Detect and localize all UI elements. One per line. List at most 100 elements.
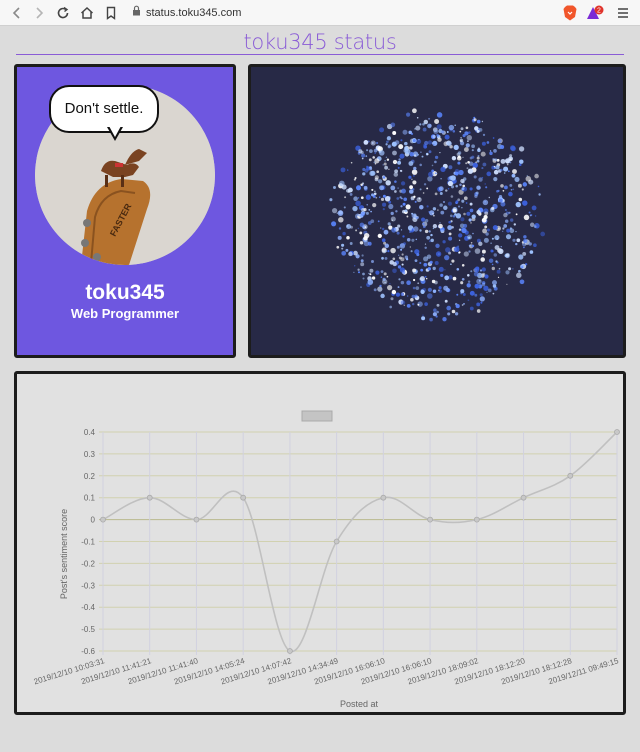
sphere-particle <box>470 270 473 273</box>
sphere-particle <box>432 140 438 146</box>
sphere-particle <box>412 180 417 185</box>
sphere-particle <box>481 267 486 272</box>
sphere-particle <box>498 267 501 270</box>
sphere-particle <box>476 129 480 133</box>
data-point[interactable] <box>520 494 527 501</box>
data-point[interactable] <box>567 472 574 479</box>
sphere-particle <box>514 176 520 182</box>
rewards-icon[interactable]: 2 <box>585 4 605 22</box>
sphere-particle <box>371 193 374 197</box>
data-point[interactable] <box>100 516 106 523</box>
sphere-particle <box>449 214 453 218</box>
sphere-particle <box>435 243 440 248</box>
brave-shield-icon[interactable] <box>562 4 578 22</box>
sphere-particle <box>482 133 486 137</box>
profile-role: Web Programmer <box>70 306 180 321</box>
title-divider <box>16 54 624 55</box>
sphere-particle <box>471 155 475 159</box>
sphere-particle <box>416 117 419 119</box>
forward-arrow-icon[interactable] <box>30 4 48 22</box>
sphere-particle <box>448 124 455 131</box>
data-point[interactable] <box>427 516 433 523</box>
data-point[interactable] <box>473 516 480 523</box>
data-point[interactable] <box>333 538 340 545</box>
sphere-particle <box>359 231 363 235</box>
sphere-particle <box>457 198 461 202</box>
data-point[interactable] <box>240 494 247 501</box>
sphere-particle <box>491 206 495 210</box>
home-icon[interactable] <box>78 4 96 22</box>
sphere-particle <box>414 259 418 263</box>
sphere-particle <box>417 282 420 285</box>
sphere-particle <box>383 272 387 276</box>
sphere-particle <box>522 182 528 187</box>
sphere-particle <box>454 312 459 316</box>
sphere-particle <box>341 247 344 250</box>
address-bar[interactable]: status.toku345.com <box>132 4 512 22</box>
legend-swatch[interactable] <box>301 410 333 422</box>
sphere-particle <box>458 205 460 208</box>
sphere-particle <box>397 187 399 189</box>
sphere-particle <box>493 169 499 175</box>
data-point[interactable] <box>146 494 153 501</box>
sphere-particle <box>354 177 357 179</box>
sphere-particle <box>467 280 471 284</box>
sphere-particle <box>461 277 465 281</box>
hamburger-menu-icon[interactable] <box>614 4 632 22</box>
sphere-particle <box>422 127 427 132</box>
sphere-particle <box>412 174 415 177</box>
sphere-particle <box>394 180 397 183</box>
sphere-particle <box>357 197 360 199</box>
reload-icon[interactable] <box>54 4 72 22</box>
sphere-particle <box>444 254 450 261</box>
sphere-particle <box>432 227 435 230</box>
sphere-particle <box>467 299 470 302</box>
data-point[interactable] <box>380 494 387 501</box>
sphere-particle <box>482 254 484 256</box>
sphere-particle <box>484 211 489 216</box>
sphere-particle <box>493 253 498 257</box>
sphere-particle <box>369 166 372 169</box>
sphere-particle <box>412 286 416 290</box>
back-arrow-icon[interactable] <box>8 4 26 22</box>
sphere-particle <box>476 210 481 215</box>
sphere-particle <box>467 160 470 164</box>
sphere-particle <box>489 150 492 152</box>
sphere-particle <box>359 222 365 228</box>
sphere-particle <box>509 158 512 161</box>
sphere-particle <box>460 136 462 139</box>
sphere-particle <box>423 183 427 186</box>
sphere-particle <box>408 130 412 135</box>
sphere-particle <box>394 190 397 193</box>
sphere-particle <box>500 144 505 150</box>
sphere-particle <box>433 143 435 146</box>
sphere-particle <box>415 216 418 220</box>
sphere-particle <box>402 235 405 238</box>
sphere-particle <box>437 137 442 142</box>
sphere-particle <box>476 119 481 124</box>
particle-sphere-canvas <box>329 108 546 322</box>
sphere-particle <box>411 238 415 242</box>
sphere-particle <box>493 177 498 182</box>
sphere-particle <box>406 112 411 117</box>
data-point[interactable] <box>287 648 293 654</box>
data-point[interactable] <box>614 429 620 435</box>
sphere-particle <box>436 124 442 130</box>
sphere-particle <box>440 178 442 180</box>
sphere-particle <box>402 129 408 135</box>
sphere-particle <box>372 156 375 159</box>
sphere-particle <box>369 170 375 176</box>
sphere-particle <box>509 183 513 187</box>
sphere-particle <box>360 259 364 263</box>
sphere-particle <box>373 288 377 292</box>
sphere-particle <box>459 138 464 143</box>
sphere-particle <box>493 165 496 168</box>
sphere-particle <box>461 227 467 234</box>
sphere-particle <box>505 253 510 257</box>
sphere-particle <box>503 212 508 218</box>
sphere-particle <box>382 194 386 198</box>
sphere-particle <box>430 233 433 237</box>
data-point[interactable] <box>193 516 200 523</box>
sphere-particle <box>504 208 507 212</box>
bookmark-icon[interactable] <box>102 4 120 22</box>
